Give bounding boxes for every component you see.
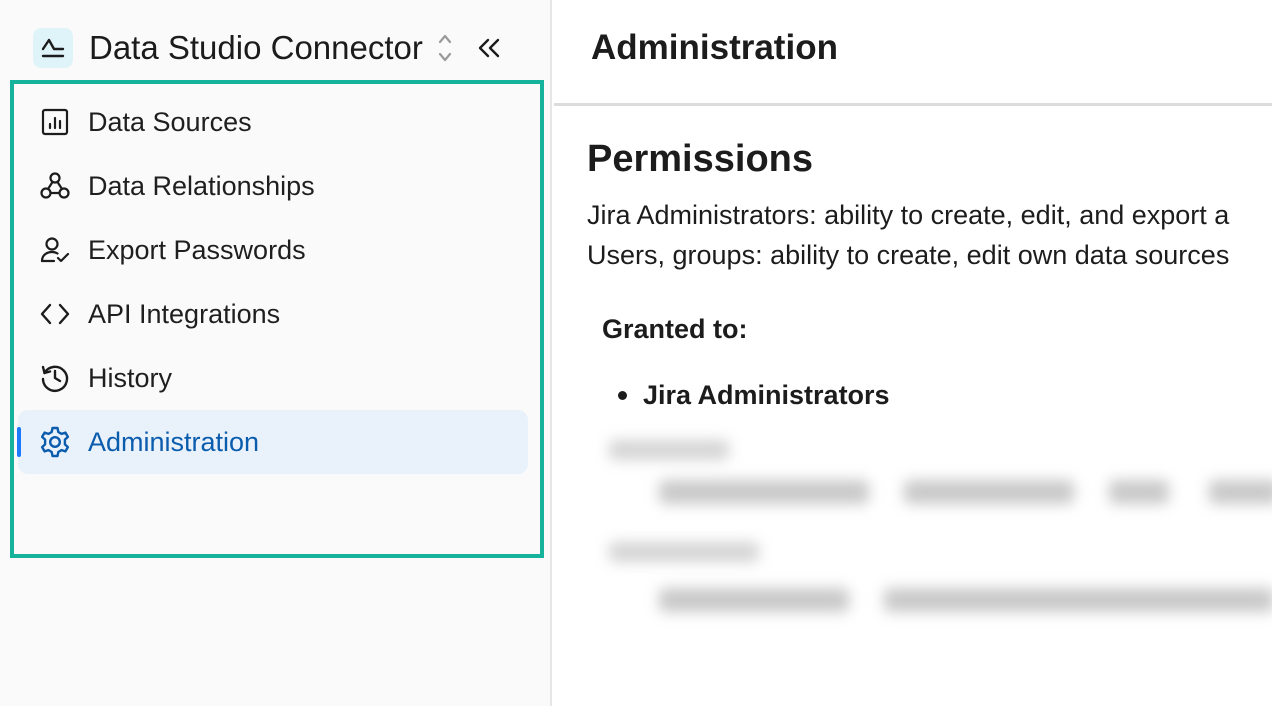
nav-item-administration[interactable]: Administration — [17, 410, 528, 474]
nav-item-export-passwords[interactable]: Export Passwords — [18, 218, 528, 282]
active-indicator — [17, 427, 21, 457]
history-icon — [38, 361, 72, 395]
chevron-up-down-icon[interactable] — [437, 31, 453, 65]
granted-to-label: Granted to: — [602, 314, 748, 344]
nav-item-label: Export Passwords — [88, 234, 306, 265]
gear-icon — [38, 425, 72, 459]
nav-item-api-integrations[interactable]: API Integrations — [18, 282, 528, 346]
section-title: Permissions — [587, 138, 813, 180]
sidebar: Data Studio Connector Data Sources Data … — [0, 0, 552, 706]
nav-item-data-relationships[interactable]: Data Relationships — [18, 154, 528, 218]
bullet-icon — [618, 391, 627, 400]
main-content: Administration Permissions Jira Administ… — [554, 0, 1272, 706]
app-title[interactable]: Data Studio Connector — [89, 29, 423, 67]
nav-item-label: API Integrations — [88, 298, 281, 329]
page-header: Administration — [554, 0, 1272, 106]
nav-item-label: Administration — [88, 426, 260, 457]
page-title: Administration — [591, 28, 838, 67]
code-icon — [38, 297, 72, 331]
nav-item-label: History — [88, 362, 173, 393]
app-header: Data Studio Connector — [33, 28, 523, 68]
chart-icon — [38, 105, 72, 139]
nav-item-label: Data Sources — [88, 106, 252, 137]
webhook-icon — [38, 169, 72, 203]
granted-item-label: Jira Administrators — [643, 380, 890, 410]
nav-list: Data Sources Data Relationships Export P… — [17, 90, 528, 474]
nav-item-data-sources[interactable]: Data Sources — [18, 90, 528, 154]
permission-description: Users, groups: ability to create, edit o… — [587, 240, 1230, 270]
user-check-icon — [38, 233, 72, 267]
granted-list-item: Jira Administrators — [618, 380, 890, 411]
redacted-content — [584, 430, 1272, 630]
collapse-sidebar-icon[interactable] — [475, 34, 503, 62]
nav-item-label: Data Relationships — [88, 170, 315, 201]
nav-item-history[interactable]: History — [18, 346, 528, 410]
permission-description: Jira Administrators: ability to create, … — [587, 200, 1230, 230]
app-logo-icon — [33, 28, 73, 68]
